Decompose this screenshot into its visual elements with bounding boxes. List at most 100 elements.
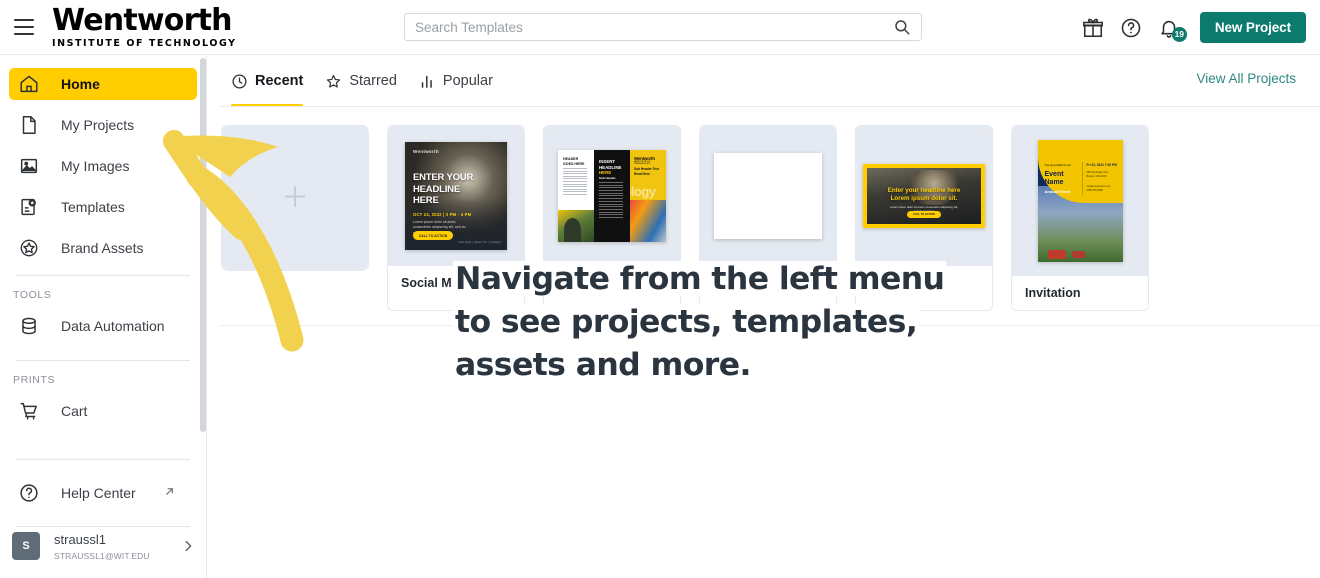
invitation-art: You are invited to our Event Name Annual … (1037, 140, 1123, 262)
external-link-icon (164, 484, 175, 495)
document-icon (18, 114, 40, 136)
sidebar-item-brand-assets[interactable]: Brand Assets (9, 232, 197, 264)
search-container (404, 13, 922, 41)
tab-recent[interactable]: Recent (231, 55, 304, 107)
cart-icon (18, 400, 40, 422)
banner-cta-button: CALL TO ACTION (907, 211, 941, 218)
invitation-event-name: Event Name (1044, 171, 1064, 187)
tabs-underline (219, 106, 1320, 107)
social-meta: OCT 24, 2022 | 3 PM - 4 PM (413, 212, 472, 217)
sidebar-item-my-images[interactable]: My Images (9, 150, 197, 182)
template-card-grid: ＋ Wentworth ENTER YOUR HEADLINE HERE OCT 2… (221, 125, 1149, 311)
template-card-brochure[interactable]: HEADER GOES HERE INSERT HEADLINE HERE Sub … (543, 125, 681, 311)
brochure-p1-photo (558, 210, 594, 242)
app-root: Wentworth INSTITUTE OF TECHNOLOGY Search… (0, 0, 1320, 578)
sidebar-item-label: Home (61, 76, 100, 92)
card-thumbnail: Wentworth ENTER YOUR HEADLINE HERE OCT 24,… (388, 126, 524, 266)
brochure-p2-heading: INSERT HEADLINE HERE (599, 159, 622, 176)
account-menu[interactable]: S straussl1 STRAUSSL1@WIT.EDU (0, 524, 207, 568)
template-card-banner[interactable]: Enter your headline here Lorem ipsum dolo… (855, 125, 993, 311)
hamburger-icon[interactable] (14, 19, 34, 35)
account-email: STRAUSSL1@WIT.EDU (54, 551, 150, 562)
card-label (856, 266, 992, 300)
sidebar-item-label: Cart (61, 403, 88, 419)
template-star-icon (18, 196, 40, 218)
brand-subtitle: INSTITUTE OF TECHNOLOGY (52, 37, 237, 49)
bell-icon[interactable]: 19 (1158, 17, 1187, 42)
banner-art: Enter your headline here Lorem ipsum dolo… (863, 164, 985, 228)
search-input[interactable] (415, 19, 893, 35)
banner-inner: Enter your headline here Lorem ipsum dolo… (867, 168, 981, 224)
social-post-art: Wentworth ENTER YOUR HEADLINE HERE OCT 24,… (405, 142, 507, 250)
avatar: S (12, 532, 40, 560)
brochure-panel-1: HEADER GOES HERE (558, 150, 594, 242)
sidebar-item-data-automation[interactable]: Data Automation (9, 310, 197, 342)
header-actions: 19 New Project (1082, 0, 1306, 55)
home-icon (18, 73, 40, 95)
sidebar-section-tools: TOOLS (13, 289, 52, 301)
social-footer: Call Now | About Us | Contact (458, 240, 501, 244)
banner-headline: Enter your headline here Lorem ipsum dolo… (887, 187, 961, 203)
help-circle-icon[interactable] (1120, 17, 1142, 39)
tab-starred[interactable]: Starred (325, 55, 397, 107)
brochure-p3-ghost-text: nology (630, 184, 656, 199)
card-thumbnail (700, 126, 836, 266)
brochure-p3-heading: Sub Header Text Read Here (634, 167, 659, 176)
brochure-art: HEADER GOES HERE INSERT HEADLINE HERE Sub … (558, 150, 666, 242)
search-box[interactable] (404, 13, 922, 41)
brand-logo[interactable]: Wentworth INSTITUTE OF TECHNOLOGY (52, 2, 237, 49)
brand-name: Wentworth (52, 2, 232, 38)
tab-popular[interactable]: Popular (419, 55, 493, 107)
account-name: straussl1 (54, 531, 107, 547)
brochure-panel-3: Wentworth INSTITUTE OF TECHNOLOGY Sub He… (630, 150, 666, 242)
sidebar-item-templates[interactable]: Templates (9, 191, 197, 223)
sidebar-item-help-center[interactable]: Help Center (9, 477, 197, 509)
star-icon (325, 73, 342, 90)
notification-badge: 19 (1171, 26, 1187, 42)
card-label (544, 266, 680, 300)
sidebar-item-home[interactable]: Home (9, 68, 197, 100)
card-label (700, 266, 836, 300)
sidebar-item-label: My Images (61, 158, 130, 174)
brochure-p1-heading: HEADER GOES HERE (563, 157, 585, 166)
search-icon[interactable] (893, 18, 911, 36)
social-cta-button: CALL TO ACTION (413, 231, 453, 240)
app-header: Wentworth INSTITUTE OF TECHNOLOGY Search… (0, 0, 1320, 55)
sidebar-item-my-projects[interactable]: My Projects (9, 109, 197, 141)
invitation-overline: You are invited to our (1044, 164, 1071, 167)
view-all-projects-link[interactable]: View All Projects (1196, 71, 1296, 86)
template-card-invitation[interactable]: You are invited to our Event Name Annual … (1011, 125, 1149, 311)
sidebar-divider-3 (16, 459, 190, 460)
tab-label: Recent (255, 73, 304, 89)
card-label: Social M (388, 266, 524, 300)
clock-icon (231, 73, 248, 90)
sidebar-divider-2 (16, 360, 190, 361)
chevron-right-icon (181, 539, 195, 553)
template-card-blank[interactable] (699, 125, 837, 311)
sidebar: Home My Projects My Images Templates Bra… (0, 55, 207, 578)
template-card-social[interactable]: Wentworth ENTER YOUR HEADLINE HERE OCT 24,… (387, 125, 525, 311)
gift-icon[interactable] (1082, 17, 1104, 39)
sidebar-item-label: Templates (61, 199, 125, 215)
social-headline: ENTER YOUR HEADLINE HERE (413, 172, 474, 207)
plus-icon: ＋ (280, 182, 309, 213)
sidebar-item-cart[interactable]: Cart (9, 395, 197, 427)
new-project-button[interactable]: New Project (1199, 12, 1306, 43)
brochure-p3-brand-sub: INSTITUTE OF TECHNOLOGY (634, 161, 651, 165)
invitation-address: 550 Huntington Ave Boston, MA 02115 (1086, 171, 1109, 179)
sidebar-item-label: Brand Assets (61, 240, 144, 256)
database-icon (18, 315, 40, 337)
content-bottom-divider (219, 325, 1320, 326)
sidebar-scrollbar[interactable] (200, 58, 206, 432)
tab-label: Popular (442, 73, 493, 89)
brand-shield-icon (18, 237, 40, 259)
card-thumbnail: You are invited to our Event Name Annual … (1012, 126, 1148, 276)
card-label: Invitation (1012, 276, 1148, 310)
question-circle-icon (18, 482, 40, 504)
main-content: Recent Starred Popular View All Projects… (207, 55, 1320, 578)
invitation-date: Fri 22, 2022 7:00 PM (1086, 163, 1117, 167)
invitation-separator (1081, 162, 1083, 195)
template-card-placeholder[interactable]: ＋ (221, 125, 369, 271)
sidebar-item-label: Data Automation (61, 318, 165, 334)
tab-label: Starred (349, 73, 397, 89)
